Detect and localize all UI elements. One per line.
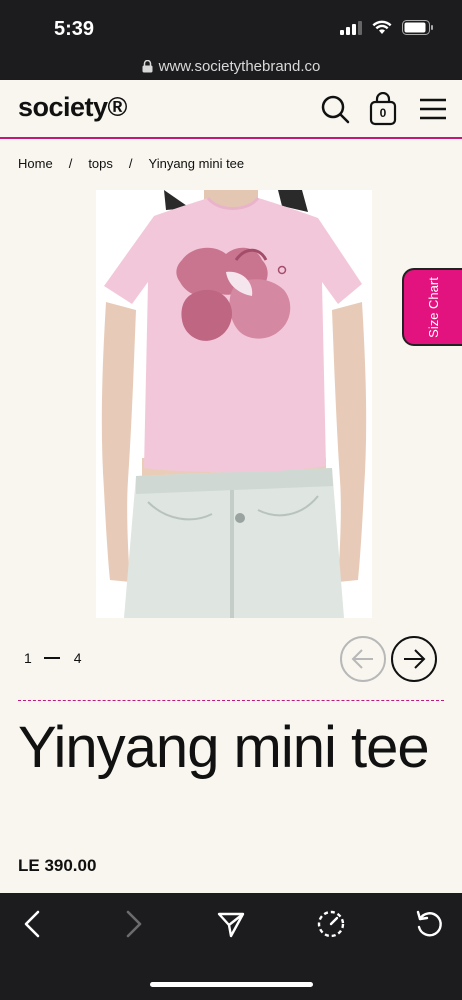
- gallery-current: 1: [24, 650, 32, 666]
- gallery-pager: 1 4: [24, 650, 82, 666]
- breadcrumb-separator: /: [128, 156, 133, 171]
- battery-icon: [402, 20, 433, 35]
- previous-image-button[interactable]: [340, 636, 386, 682]
- menu-icon[interactable]: [418, 94, 448, 124]
- arrow-right-icon: [404, 649, 426, 669]
- breadcrumb-current: Yinyang mini tee: [148, 156, 245, 171]
- search-icon[interactable]: [320, 94, 350, 124]
- cart-count: 0: [379, 106, 387, 120]
- product-price: LE 390.00: [18, 856, 97, 875]
- breadcrumb-home[interactable]: Home: [18, 156, 53, 171]
- logo[interactable]: society®: [18, 92, 127, 123]
- pager-divider: [43, 657, 60, 659]
- product-title: Yinyang mini tee: [18, 715, 430, 780]
- reload-icon[interactable]: [414, 909, 444, 939]
- breadcrumb-separator: /: [68, 156, 73, 171]
- breadcrumb-category[interactable]: tops: [88, 156, 113, 171]
- back-icon[interactable]: [18, 909, 48, 939]
- size-chart-tab[interactable]: Size Chart: [402, 268, 462, 346]
- speed-dial-icon[interactable]: [316, 909, 346, 939]
- arrow-left-icon: [351, 649, 373, 669]
- gallery-total: 4: [73, 650, 82, 666]
- lock-icon: [142, 59, 153, 72]
- forward-icon[interactable]: [118, 909, 148, 939]
- url-text: www.societythebrand.co: [158, 57, 321, 75]
- site-header: society® 0: [0, 80, 462, 139]
- section-divider: [18, 700, 444, 701]
- wifi-icon: [372, 20, 392, 34]
- home-indicator: [150, 982, 313, 987]
- product-image[interactable]: [96, 190, 372, 618]
- share-icon[interactable]: [216, 909, 246, 939]
- next-image-button[interactable]: [391, 636, 437, 682]
- size-chart-label: Size Chart: [425, 276, 441, 338]
- url-bar[interactable]: www.societythebrand.co: [0, 52, 462, 80]
- product-photo: [96, 190, 372, 618]
- status-time: 5:39: [54, 18, 95, 40]
- signal-icon: [340, 20, 362, 35]
- cart-button[interactable]: 0: [368, 92, 398, 126]
- status-bar: 5:39: [0, 0, 462, 52]
- breadcrumb: Home / tops / Yinyang mini tee: [18, 156, 244, 171]
- status-icons: [340, 20, 434, 35]
- browser-toolbar: [0, 893, 462, 1000]
